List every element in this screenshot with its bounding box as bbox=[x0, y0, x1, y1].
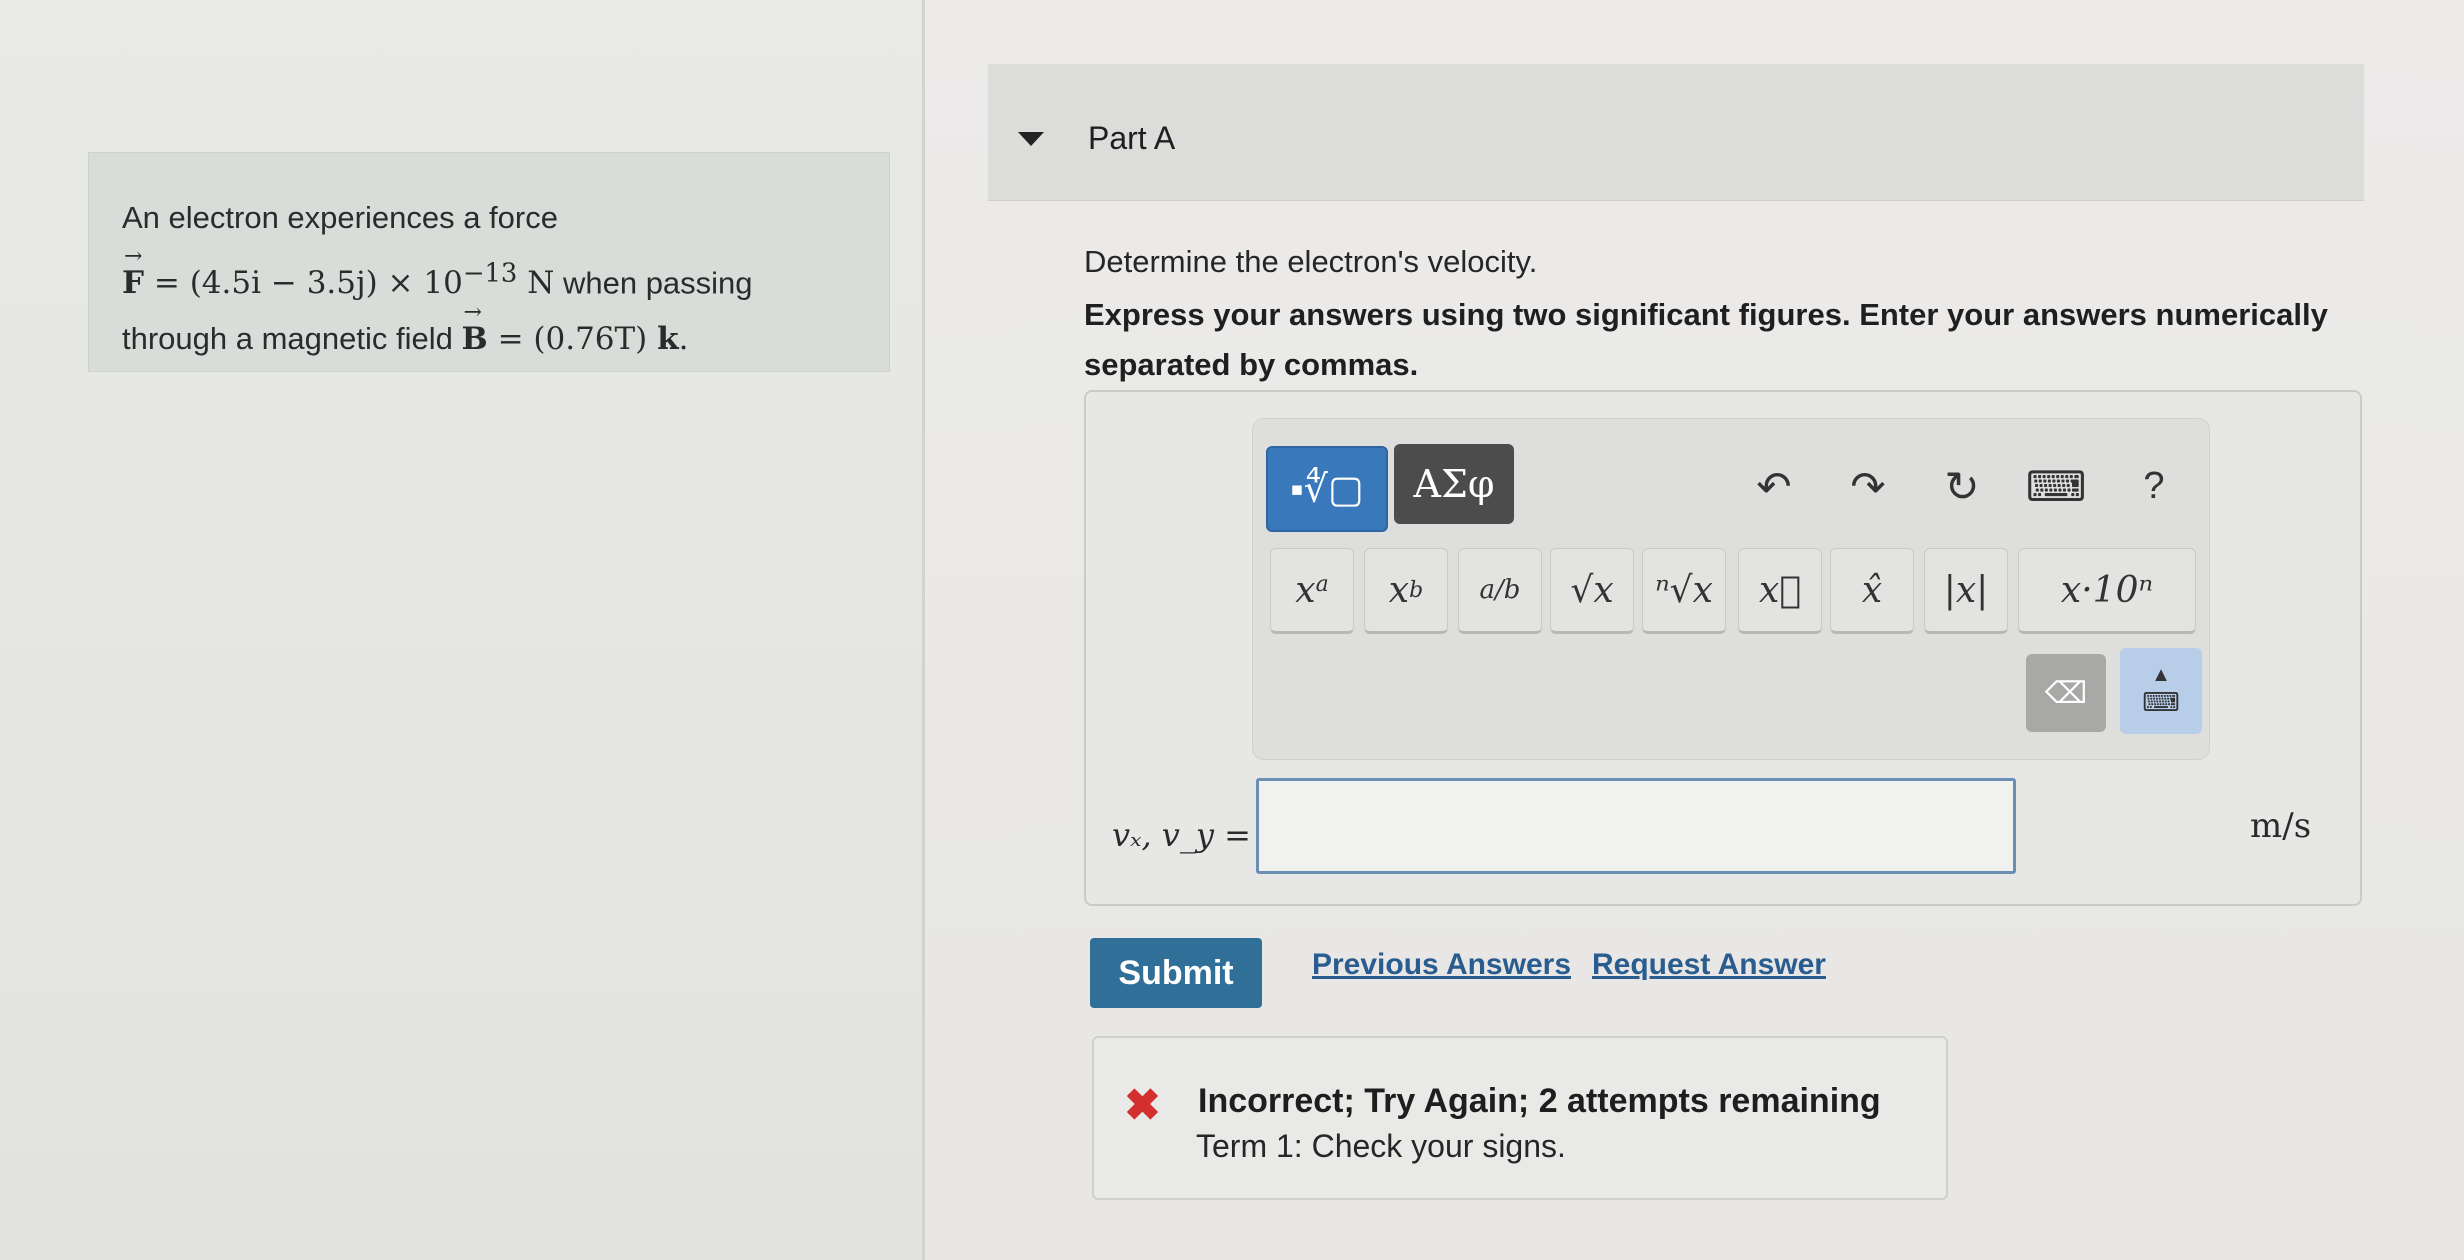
scientific-notation-key[interactable]: x·10ⁿ bbox=[2018, 548, 2196, 634]
part-a-header[interactable] bbox=[988, 64, 2364, 201]
backspace-icon: ⌫ bbox=[2044, 676, 2088, 710]
instructions-text: Express your answers using two significa… bbox=[1084, 297, 2328, 382]
submit-button[interactable]: Submit bbox=[1090, 938, 1262, 1008]
problem-line-1: An electron experiences a force bbox=[122, 200, 558, 235]
absolute-value-key[interactable]: |x| bbox=[1924, 548, 2008, 634]
force-vector-symbol: F bbox=[122, 229, 144, 311]
feedback-title: Incorrect; Try Again; 2 attempts remaini… bbox=[1198, 1082, 1881, 1120]
problem-line-2: F = (4.5i − 3.5j) × 10−13 N when passing bbox=[122, 229, 842, 311]
fraction-key[interactable]: a/b bbox=[1458, 548, 1542, 634]
question-text: Determine the electron's velocity. bbox=[1084, 244, 1538, 279]
templates-icon: ▪∜▢ bbox=[1290, 468, 1364, 511]
vector-key[interactable]: x⃗ bbox=[1738, 548, 1822, 634]
help-icon[interactable]: ? bbox=[2124, 456, 2184, 516]
answer-unit: m/s bbox=[2250, 806, 2312, 846]
reset-icon[interactable]: ↻ bbox=[1932, 456, 1992, 516]
redo-icon[interactable]: ↷ bbox=[1838, 456, 1898, 516]
previous-answers-link[interactable]: Previous Answers bbox=[1312, 948, 1571, 982]
unit-vector-key[interactable]: x̂ bbox=[1830, 548, 1914, 634]
answer-input[interactable] bbox=[1256, 778, 2016, 874]
request-answer-link[interactable]: Request Answer bbox=[1592, 948, 1826, 982]
error-x-icon: ✖ bbox=[1124, 1081, 1161, 1130]
feedback-message: Term 1: Check your signs. bbox=[1196, 1128, 1566, 1164]
keyboard-shortcuts-icon[interactable]: ⌨ bbox=[2026, 456, 2087, 516]
field-vector-symbol: B bbox=[462, 285, 488, 367]
keyboard-toggle-key[interactable]: ▲ ⌨ bbox=[2120, 648, 2202, 734]
subscript-key[interactable]: xb bbox=[1364, 548, 1448, 634]
sqrt-key[interactable]: √x bbox=[1550, 548, 1634, 634]
undo-icon[interactable]: ↶ bbox=[1744, 456, 1804, 516]
part-a-title[interactable]: Part A bbox=[1088, 120, 1175, 157]
power-key[interactable]: xa bbox=[1270, 548, 1354, 634]
problem-line-3: through a magnetic field B = (0.76T) k. bbox=[122, 285, 842, 367]
problem-statement: An electron experiences a force F = (4.5… bbox=[122, 190, 842, 367]
keyboard-icon: ⌨ bbox=[2142, 687, 2180, 717]
collapse-caret-icon[interactable] bbox=[1018, 132, 1044, 146]
answer-label: vₓ, v_y = bbox=[1112, 816, 1251, 854]
templates-button[interactable]: ▪∜▢ bbox=[1266, 446, 1388, 532]
symbols-button[interactable]: ΑΣφ bbox=[1394, 444, 1514, 524]
nth-root-key[interactable]: ⁿ√x bbox=[1642, 548, 1726, 634]
chevron-up-icon: ▲ bbox=[2151, 664, 2171, 686]
backspace-key[interactable]: ⌫ bbox=[2026, 654, 2106, 732]
